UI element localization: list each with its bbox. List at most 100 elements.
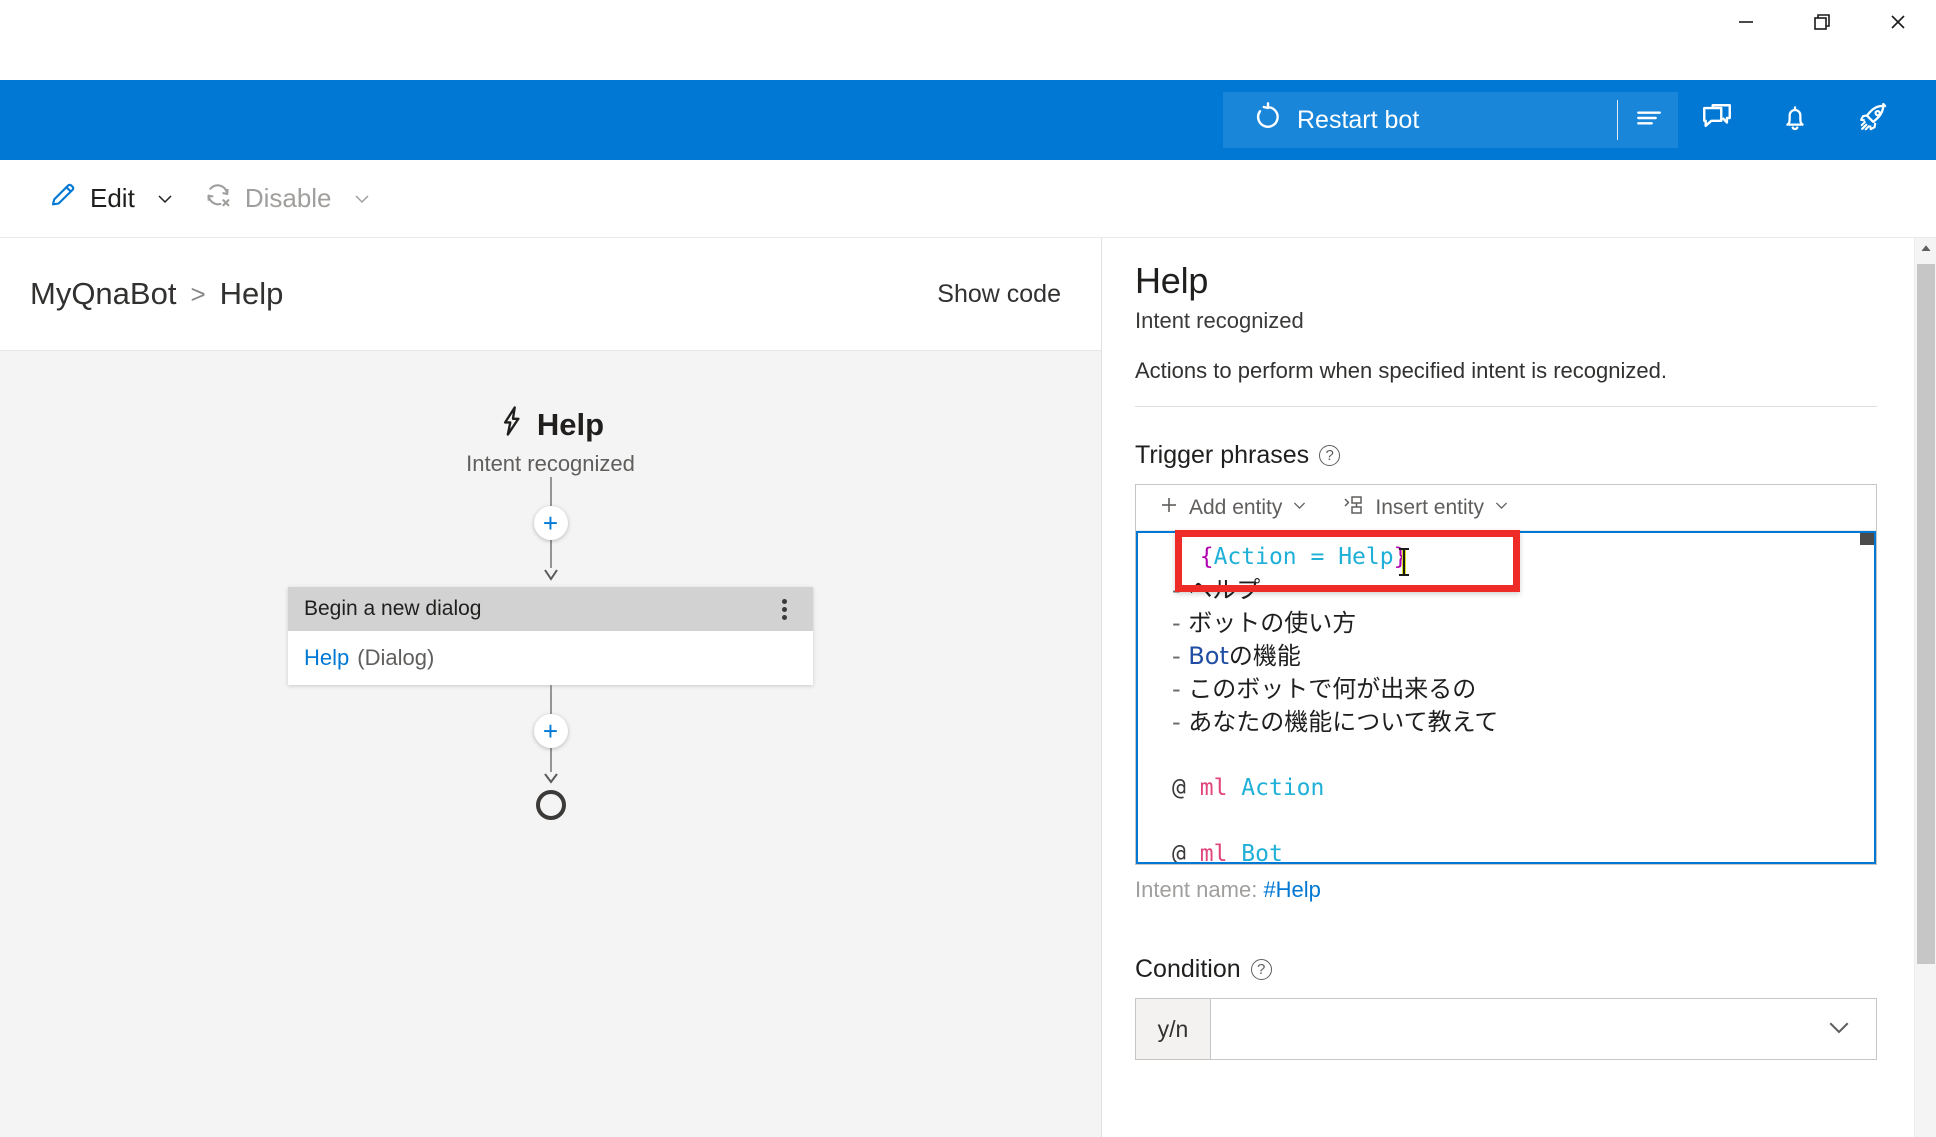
- command-bar-divider: [1617, 100, 1618, 140]
- condition-input[interactable]: [1211, 999, 1876, 1059]
- chevron-down-icon[interactable]: [1824, 1012, 1854, 1047]
- intent-name-row: Intent name: #Help: [1135, 877, 1877, 903]
- add-entity-label: Add entity: [1189, 495, 1283, 519]
- decl-at-9: @: [1172, 841, 1186, 864]
- code-line-entity: - {Action = Help}: [1172, 544, 1408, 570]
- disable-menu-button[interactable]: Disable: [189, 172, 386, 225]
- show-code-link[interactable]: Show code: [937, 280, 1061, 309]
- restart-bot-group: Restart bot: [1223, 92, 1678, 148]
- code-line-phrase: - あなたの機能について教えて: [1172, 708, 1499, 736]
- restart-bot-button[interactable]: Restart bot: [1223, 92, 1615, 148]
- edit-menu-button[interactable]: Edit: [34, 172, 189, 225]
- plus-icon: [1158, 494, 1180, 522]
- command-bar-icons: [1678, 80, 1912, 160]
- trigger-phrases-label-row: Trigger phrases ?: [1135, 441, 1877, 470]
- scroll-up-arrow-icon[interactable]: [1915, 238, 1936, 260]
- phrase-text-4: このボットで何が出来るの: [1188, 675, 1477, 703]
- list-lines-icon: [1633, 102, 1665, 139]
- flow-trigger-subtitle: Intent recognized: [466, 451, 635, 476]
- chat-bubbles-icon: [1700, 101, 1734, 140]
- connector-line: [549, 685, 552, 714]
- help-icon[interactable]: ?: [1250, 959, 1272, 980]
- phrase-text-5: あなたの機能について教えて: [1188, 708, 1499, 736]
- connector-line: [549, 540, 552, 568]
- chevron-down-icon: [1291, 496, 1308, 520]
- add-step-button-top[interactable]: +: [533, 506, 568, 540]
- breadcrumb-current: Help: [219, 276, 284, 311]
- command-bar: Restart bot: [0, 80, 1936, 160]
- decl-kind-7: ml: [1199, 775, 1228, 801]
- window-close-button[interactable]: [1860, 0, 1936, 44]
- breadcrumb-separator-icon: >: [190, 278, 206, 309]
- chat-bubbles-icon-button[interactable]: [1688, 80, 1746, 160]
- begin-dialog-card-body: Help (Dialog): [288, 631, 813, 685]
- flow-canvas[interactable]: Help Intent recognized + Begin a new dia…: [0, 350, 1101, 1137]
- editing-toolbar: Edit Disable: [0, 160, 1936, 238]
- code-line-declaration: @ ml Bot: [1172, 838, 1874, 864]
- entity-toolbar: Add entity Insert entity: [1136, 485, 1876, 531]
- more-vertical-icon[interactable]: [774, 593, 795, 626]
- disable-label: Disable: [244, 183, 332, 213]
- chevron-down-icon: [352, 189, 372, 209]
- add-step-button-bottom[interactable]: +: [533, 714, 568, 748]
- condition-label: Condition: [1135, 955, 1241, 983]
- bell-icon-button[interactable]: [1766, 80, 1824, 160]
- properties-scrollbar[interactable]: [1914, 238, 1936, 1137]
- begin-dialog-target-name[interactable]: Help: [304, 645, 349, 671]
- properties-content: Help Intent recognized Actions to perfor…: [1103, 238, 1915, 1137]
- breadcrumb-row: MyQnaBot > Help Show code: [0, 238, 1101, 350]
- trigger-phrases-code-area[interactable]: - {Action = Help} - ヘルプ - ボットの使い方 - Botの…: [1136, 531, 1876, 864]
- flow-end-node: [535, 790, 566, 820]
- dialog-flow: Help Intent recognized + Begin a new dia…: [0, 405, 1101, 820]
- lightning-bolt-icon: [497, 405, 527, 445]
- code-line-phrase: - ボットの使い方: [1172, 609, 1357, 637]
- phrase-text-3: の機能: [1228, 642, 1301, 670]
- rocket-icon-button[interactable]: [1844, 80, 1902, 160]
- phrase-text-1: ヘルプ: [1188, 576, 1261, 604]
- code-line-phrase: - Botの機能: [1172, 642, 1301, 670]
- properties-panel: Help Intent recognized Actions to perfor…: [1103, 238, 1936, 1137]
- editor-scrollbar-thumb[interactable]: [1860, 533, 1874, 545]
- decl-at-7: @: [1172, 775, 1186, 801]
- flow-trigger-title-row: Help: [497, 405, 604, 445]
- intent-name-value: #Help: [1263, 877, 1321, 902]
- condition-label-row: Condition ?: [1135, 955, 1877, 984]
- window-restore-button[interactable]: [1784, 0, 1860, 44]
- phrase-text-2: ボットの使い方: [1188, 609, 1357, 637]
- insert-entity-icon: [1342, 494, 1366, 522]
- add-entity-button[interactable]: Add entity: [1154, 490, 1312, 526]
- dialog-canvas-pane: MyQnaBot > Help Show code Help Intent re…: [0, 238, 1102, 1137]
- help-icon[interactable]: ?: [1319, 445, 1341, 466]
- disable-circle-icon: [203, 180, 233, 217]
- properties-description: Actions to perform when specified intent…: [1135, 358, 1667, 383]
- restart-bot-label: Restart bot: [1297, 105, 1420, 134]
- flow-connector-top: +: [533, 477, 568, 587]
- chevron-down-icon: [155, 189, 175, 209]
- flow-trigger-node[interactable]: Help Intent recognized: [466, 405, 635, 477]
- decl-name-9: Bot: [1241, 841, 1283, 864]
- connector-line: [549, 477, 552, 506]
- bot-list-button[interactable]: [1620, 92, 1678, 148]
- decl-name-7: Action: [1241, 775, 1325, 801]
- begin-dialog-card-title: Begin a new dialog: [304, 597, 482, 620]
- trigger-phrases-label: Trigger phrases: [1135, 441, 1310, 469]
- arrow-head-icon: [541, 772, 561, 790]
- condition-field[interactable]: y/n: [1135, 998, 1877, 1060]
- window-minimize-button[interactable]: [1708, 0, 1784, 44]
- trigger-phrases-editor: Add entity Insert entity - {Action = Hel…: [1135, 484, 1877, 865]
- scrollbar-thumb[interactable]: [1917, 264, 1935, 964]
- window-titlebar: [0, 0, 1936, 80]
- flow-trigger-title: Help: [536, 407, 605, 442]
- insert-entity-label: Insert entity: [1375, 495, 1484, 519]
- insert-entity-button[interactable]: Insert entity: [1338, 490, 1514, 526]
- bell-icon: [1779, 102, 1811, 139]
- properties-title: Help: [1135, 260, 1209, 301]
- breadcrumb: MyQnaBot > Help: [30, 276, 283, 312]
- phrase-latin-3: Bot: [1188, 642, 1229, 670]
- breadcrumb-root[interactable]: MyQnaBot: [30, 276, 176, 312]
- flow-connector-bottom: +: [533, 685, 568, 790]
- application-window: Restart bot Edit Disable MyQnaBot > Help…: [0, 0, 1936, 1137]
- begin-dialog-card[interactable]: Begin a new dialog Help (Dialog): [288, 587, 813, 685]
